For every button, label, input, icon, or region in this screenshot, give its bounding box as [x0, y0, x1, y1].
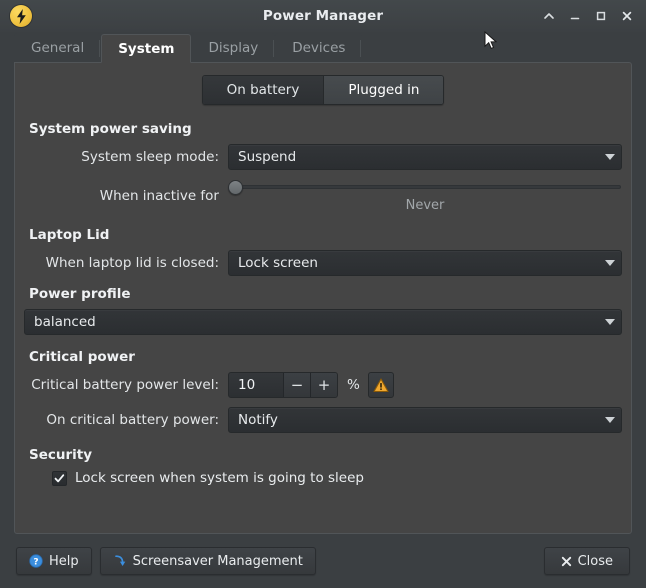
combo-system-sleep-mode-value: Suspend	[238, 149, 597, 165]
label-laptop-lid-closed: When laptop lid is closed:	[24, 255, 228, 271]
combo-on-critical-battery-value: Notify	[238, 412, 597, 428]
slider-handle[interactable]	[228, 180, 243, 195]
row-system-sleep-mode: System sleep mode: Suspend	[24, 144, 622, 170]
spinner-decrement-button[interactable]: −	[283, 373, 310, 397]
minimize-button[interactable]	[564, 5, 586, 27]
tab-system[interactable]: System	[101, 34, 191, 63]
spinner-critical-battery-level[interactable]: 10 − +	[228, 372, 338, 398]
spinner-value[interactable]: 10	[229, 373, 283, 397]
screensaver-management-button[interactable]: Screensaver Management	[100, 547, 316, 575]
chevron-down-icon	[605, 417, 615, 423]
combo-on-critical-battery[interactable]: Notify	[228, 407, 622, 433]
section-power-profile: Power profile balanced	[24, 286, 622, 335]
tab-devices-label: Devices	[292, 40, 345, 56]
lightning-bolt-icon	[10, 5, 32, 27]
power-manager-window: Power Manager General System Display	[0, 0, 646, 588]
row-on-critical-battery: On critical battery power: Notify	[24, 407, 622, 433]
section-laptop-lid: Laptop Lid When laptop lid is closed: Lo…	[24, 227, 622, 276]
slider-when-inactive[interactable]	[228, 179, 622, 195]
help-button-label: Help	[49, 554, 79, 569]
row-laptop-lid-closed: When laptop lid is closed: Lock screen	[24, 250, 622, 276]
tab-display-label: Display	[208, 40, 258, 56]
footer-button-bar: ? Help Screensaver Management Close	[0, 534, 646, 588]
combo-power-profile[interactable]: balanced	[24, 309, 622, 335]
section-system-power-saving: System power saving System sleep mode: S…	[24, 121, 622, 213]
svg-text:?: ?	[33, 557, 38, 567]
help-button[interactable]: ? Help	[16, 547, 92, 575]
combo-power-profile-value: balanced	[34, 314, 597, 330]
tab-bar: General System Display Devices	[0, 32, 646, 62]
tab-display[interactable]: Display	[191, 33, 275, 62]
close-dialog-button[interactable]: Close	[544, 547, 630, 575]
label-when-inactive-for: When inactive for	[24, 188, 228, 204]
section-title-security: Security	[29, 447, 622, 463]
row-when-inactive-for: When inactive for Never	[24, 179, 622, 213]
section-title-power-profile: Power profile	[29, 286, 622, 302]
combo-system-sleep-mode[interactable]: Suspend	[228, 144, 622, 170]
checkbox-row-lock-screen[interactable]: Lock screen when system is going to slee…	[52, 470, 622, 486]
label-on-critical-battery: On critical battery power:	[24, 412, 228, 428]
label-critical-battery-level: Critical battery power level:	[24, 377, 228, 393]
section-security: Security Lock screen when system is goin…	[24, 447, 622, 486]
row-critical-battery-level: Critical battery power level: 10 − + %	[24, 372, 622, 398]
close-x-icon	[561, 556, 572, 567]
chevron-down-icon	[605, 319, 615, 325]
tab-devices[interactable]: Devices	[275, 33, 362, 62]
section-title-system-power-saving: System power saving	[29, 121, 622, 137]
chevron-down-icon	[605, 154, 615, 160]
spinner-increment-button[interactable]: +	[310, 373, 337, 397]
warning-triangle-icon[interactable]	[368, 372, 394, 398]
section-critical-power: Critical power Critical battery power le…	[24, 349, 622, 433]
close-dialog-label: Close	[578, 554, 613, 569]
tab-general[interactable]: General	[14, 33, 101, 62]
slider-area-when-inactive: Never	[228, 179, 622, 213]
checkbox-lock-screen[interactable]	[52, 471, 67, 486]
section-title-critical-power: Critical power	[29, 349, 622, 365]
combo-laptop-lid-closed[interactable]: Lock screen	[228, 250, 622, 276]
titlebar: Power Manager	[0, 0, 646, 32]
checkbox-lock-screen-label: Lock screen when system is going to slee…	[75, 470, 364, 486]
power-source-segmented: On battery Plugged in	[202, 75, 445, 105]
percent-unit-label: %	[347, 377, 360, 393]
shade-button[interactable]	[538, 5, 560, 27]
slider-value-label: Never	[228, 198, 622, 213]
tab-content-system: On battery Plugged in System power savin…	[14, 62, 632, 534]
label-system-sleep-mode: System sleep mode:	[24, 149, 228, 165]
section-title-laptop-lid: Laptop Lid	[29, 227, 622, 243]
help-circle-icon: ?	[29, 554, 43, 568]
maximize-button[interactable]	[590, 5, 612, 27]
close-button[interactable]	[616, 5, 638, 27]
window-controls	[538, 5, 638, 27]
segment-plugged-in[interactable]: Plugged in	[323, 76, 443, 104]
screensaver-arrow-icon	[113, 554, 127, 568]
power-source-switcher: On battery Plugged in	[24, 75, 622, 105]
segment-on-battery[interactable]: On battery	[203, 76, 324, 104]
slider-track	[235, 185, 621, 189]
chevron-down-icon	[605, 260, 615, 266]
tab-system-label: System	[118, 41, 174, 57]
tab-general-label: General	[31, 40, 84, 56]
screensaver-management-label: Screensaver Management	[133, 554, 303, 569]
combo-laptop-lid-closed-value: Lock screen	[238, 255, 597, 271]
